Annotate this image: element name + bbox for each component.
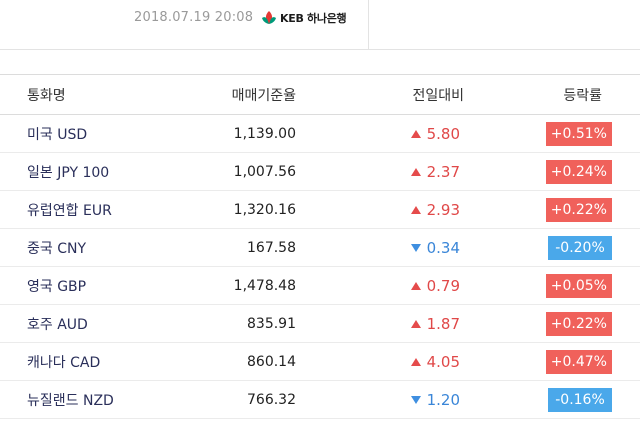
triangle-up-icon — [410, 129, 421, 138]
currency-name[interactable]: 중국 CNY — [27, 229, 86, 266]
currency-name[interactable]: 미국 USD — [27, 115, 87, 152]
change-rate-badge: +0.51% — [545, 121, 612, 146]
exchange-rate-table: 통화명 매매기준율 전일대비 등락률 미국 USD 1,139.00 5.80 +0.… — [0, 74, 640, 419]
base-rate-value: 1,007.56 — [233, 163, 296, 180]
top-bar: 2018.07.19 20:08 KEB 하나은행 — [0, 0, 640, 50]
change-cell: 2.93 — [410, 191, 460, 228]
table-row[interactable]: 미국 USD 1,139.00 5.80 +0.51% — [0, 115, 640, 153]
change-cell: 0.34 — [410, 229, 460, 266]
change-value: 2.37 — [426, 162, 460, 181]
base-rate-value: 860.14 — [247, 353, 296, 370]
change-rate-cell: +0.22% — [545, 191, 612, 228]
base-rate-value: 766.32 — [247, 391, 296, 408]
table-row[interactable]: 호주 AUD 835.91 1.87 +0.22% — [0, 305, 640, 343]
change-rate-badge: +0.24% — [545, 159, 612, 184]
table-row[interactable]: 캐나다 CAD 860.14 4.05 +0.47% — [0, 343, 640, 381]
change-cell: 0.79 — [410, 267, 460, 304]
change-cell: 1.20 — [410, 381, 460, 418]
table-row[interactable]: 중국 CNY 167.58 0.34 -0.20% — [0, 229, 640, 267]
change-rate-badge: +0.47% — [545, 349, 612, 374]
change-cell: 5.80 — [410, 115, 460, 152]
triangle-up-icon — [410, 357, 421, 366]
change-rate-cell: -0.20% — [548, 229, 612, 266]
table-body: 미국 USD 1,139.00 5.80 +0.51% 일본 JPY 100 1,007.… — [0, 115, 640, 419]
change-value: 1.20 — [426, 390, 460, 409]
column-header-change-rate: 등락률 — [563, 87, 602, 104]
table-row[interactable]: 유럽연합 EUR 1,320.16 2.93 +0.22% — [0, 191, 640, 229]
base-rate-value: 1,139.00 — [233, 125, 296, 142]
change-rate-badge: +0.05% — [545, 273, 612, 298]
change-value: 0.79 — [426, 276, 460, 295]
triangle-up-icon — [410, 205, 421, 214]
triangle-down-icon — [410, 243, 421, 252]
top-divider — [368, 0, 369, 50]
currency-name[interactable]: 호주 AUD — [27, 305, 88, 342]
change-cell: 1.87 — [410, 305, 460, 342]
change-rate-cell: +0.47% — [545, 343, 612, 380]
currency-name[interactable]: 캐나다 CAD — [27, 343, 100, 380]
change-value: 2.93 — [426, 200, 460, 219]
change-value: 0.34 — [426, 238, 460, 257]
currency-name[interactable]: 뉴질랜드 NZD — [27, 381, 114, 418]
currency-name[interactable]: 영국 GBP — [27, 267, 86, 304]
bank-name: KEB 하나은행 — [280, 11, 347, 25]
column-header-change: 전일대비 — [412, 87, 464, 104]
triangle-up-icon — [410, 319, 421, 328]
change-value: 5.80 — [426, 124, 460, 143]
currency-name[interactable]: 일본 JPY 100 — [27, 153, 109, 190]
triangle-up-icon — [410, 281, 421, 290]
column-header-base-rate: 매매기준율 — [231, 87, 296, 104]
change-cell: 4.05 — [410, 343, 460, 380]
triangle-down-icon — [410, 395, 421, 404]
base-rate-value: 835.91 — [247, 315, 296, 332]
change-rate-cell: +0.22% — [545, 305, 612, 342]
change-value: 1.87 — [426, 314, 460, 333]
change-rate-badge: +0.22% — [545, 197, 612, 222]
change-rate-badge: -0.16% — [548, 387, 612, 412]
base-rate-value: 167.58 — [247, 239, 296, 256]
table-row[interactable]: 영국 GBP 1,478.48 0.79 +0.05% — [0, 267, 640, 305]
hana-bank-logo-icon — [260, 9, 278, 26]
change-rate-cell: +0.24% — [545, 153, 612, 190]
base-rate-value: 1,320.16 — [233, 201, 296, 218]
column-header-currency: 통화명 — [27, 87, 66, 104]
change-rate-cell: +0.51% — [545, 115, 612, 152]
table-header-row: 통화명 매매기준율 전일대비 등락률 — [0, 75, 640, 115]
change-rate-cell: -0.16% — [548, 381, 612, 418]
change-cell: 2.37 — [410, 153, 460, 190]
triangle-up-icon — [410, 167, 421, 176]
change-rate-badge: -0.20% — [548, 235, 612, 260]
base-rate-value: 1,478.48 — [233, 277, 296, 294]
change-rate-cell: +0.05% — [545, 267, 612, 304]
table-row[interactable]: 일본 JPY 100 1,007.56 2.37 +0.24% — [0, 153, 640, 191]
bank-source[interactable]: KEB 하나은행 — [260, 9, 347, 26]
table-row[interactable]: 뉴질랜드 NZD 766.32 1.20 -0.16% — [0, 381, 640, 419]
change-value: 4.05 — [426, 352, 460, 371]
change-rate-badge: +0.22% — [545, 311, 612, 336]
currency-name[interactable]: 유럽연합 EUR — [27, 191, 112, 228]
update-timestamp: 2018.07.19 20:08 — [134, 10, 254, 25]
